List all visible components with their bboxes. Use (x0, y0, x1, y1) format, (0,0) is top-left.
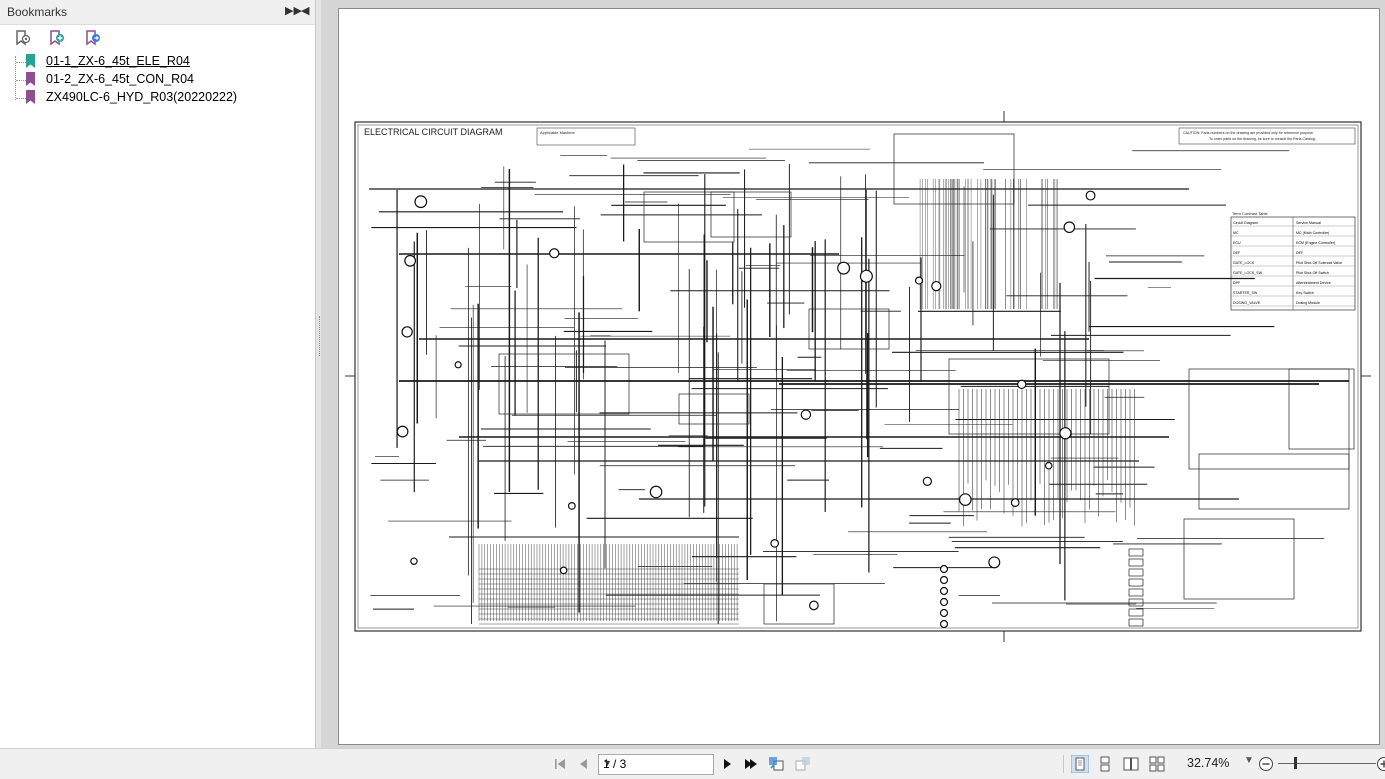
single-page-view-icon[interactable] (1071, 755, 1089, 773)
first-page-icon[interactable] (552, 756, 568, 772)
term-table-cell: MC (1233, 231, 1239, 235)
bookmark-icon (26, 54, 35, 68)
zoom-level[interactable]: 32.74% (1187, 756, 1229, 770)
term-table-cell: Pilot Shut-Off Switch (1296, 271, 1329, 275)
term-table-cell: DEF (1233, 251, 1241, 255)
bookmark-label: 01-2_ZX-6_45t_CON_R04 (46, 71, 194, 87)
term-table-cell: Key Switch (1296, 291, 1314, 295)
bookmark-options-icon[interactable] (14, 29, 32, 47)
facing-view-icon[interactable] (1123, 756, 1139, 772)
bookmarks-panel: Bookmarks ▶▶ ◀ 01-1_ZX-6_45t_ELE_R04 01-… (0, 0, 316, 748)
term-table-cell: Service Manual (1296, 221, 1321, 225)
page-number-input[interactable]: 1 / 3 ▼ (598, 754, 714, 775)
zoom-slider-thumb[interactable] (1294, 757, 1297, 769)
continuous-facing-view-icon[interactable] (1149, 756, 1165, 772)
term-table-cell: Pilot Shut-Off Solenoid Valve (1296, 261, 1342, 265)
term-table-cell: MC (Main Controller) (1296, 231, 1329, 235)
term-table-cell: GATE_LOCK (1233, 261, 1255, 265)
document-page[interactable]: ELECTRICAL CIRCUIT DIAGRAM Applicable Ma… (338, 8, 1380, 745)
collapse-panel-icon[interactable]: ▶▶ (285, 4, 302, 18)
zoom-in-icon[interactable] (1376, 756, 1385, 772)
term-table-cell: GATE_LOCK_SW (1233, 271, 1263, 275)
diagram-heading: ELECTRICAL CIRCUIT DIAGRAM (364, 127, 503, 137)
bookmarks-title: Bookmarks (7, 5, 67, 19)
term-table-cell: STARTER_SW (1233, 291, 1258, 295)
term-table-title: Term Contrast Table (1232, 211, 1268, 216)
zoom-out-icon[interactable] (1258, 756, 1274, 772)
term-table-cell: DOSING_VALVE (1233, 301, 1261, 305)
status-bar: 1 / 3 ▼ 32.74% ▼ (0, 748, 1385, 779)
prev-page-icon[interactable] (576, 756, 592, 772)
separator (1063, 755, 1064, 773)
next-view-icon[interactable] (795, 756, 811, 772)
previous-view-icon[interactable] (768, 756, 784, 772)
tree-guide (16, 80, 26, 81)
bookmark-label: 01-1_ZX-6_45t_ELE_R04 (46, 53, 190, 69)
term-table-cell: Dosing Module (1296, 301, 1320, 305)
dropdown-arrow-icon[interactable]: ▼ (603, 758, 709, 768)
term-table-cell: ECM (Engine Controller) (1296, 241, 1335, 245)
term-table-cell: Aftertreatment Device (1296, 281, 1331, 285)
close-panel-icon[interactable]: ◀ (301, 4, 309, 18)
next-page-icon[interactable] (719, 756, 735, 772)
term-table-cell: Circuit Diagram (1233, 221, 1258, 225)
bookmark-label: ZX490LC-6_HYD_R03(20220222) (46, 89, 237, 105)
zoom-slider-track[interactable] (1278, 763, 1376, 764)
bookmarks-header: Bookmarks ▶▶ ◀ (0, 0, 315, 25)
circuit-diagram: ELECTRICAL CIRCUIT DIAGRAM Applicable Ma… (339, 9, 1379, 744)
bookmarks-toolbar (0, 26, 315, 50)
caution-note-2: To order parts on the drawing, be sure t… (1209, 137, 1316, 141)
last-page-icon[interactable] (743, 756, 759, 772)
term-table-cell: DPF (1233, 281, 1241, 285)
add-bookmark-icon[interactable] (48, 29, 66, 47)
bookmark-icon (26, 90, 35, 104)
bookmark-icon (26, 72, 35, 86)
zoom-dropdown-icon[interactable]: ▼ (1244, 755, 1254, 766)
applicable-machine-label: Applicable Machine (540, 130, 575, 135)
tree-guide (16, 98, 26, 99)
term-contrast-table: Term Contrast Table Circuit Diagram Servi… (1231, 211, 1355, 310)
continuous-view-icon[interactable] (1097, 756, 1113, 772)
term-table-cell: DEF (1296, 251, 1304, 255)
caution-note: CAUTION: Parts numbers on the drawing ar… (1183, 131, 1314, 135)
term-table-cell: ECU (1233, 241, 1241, 245)
tree-guide (16, 62, 26, 63)
expand-bookmark-icon[interactable] (84, 29, 102, 47)
